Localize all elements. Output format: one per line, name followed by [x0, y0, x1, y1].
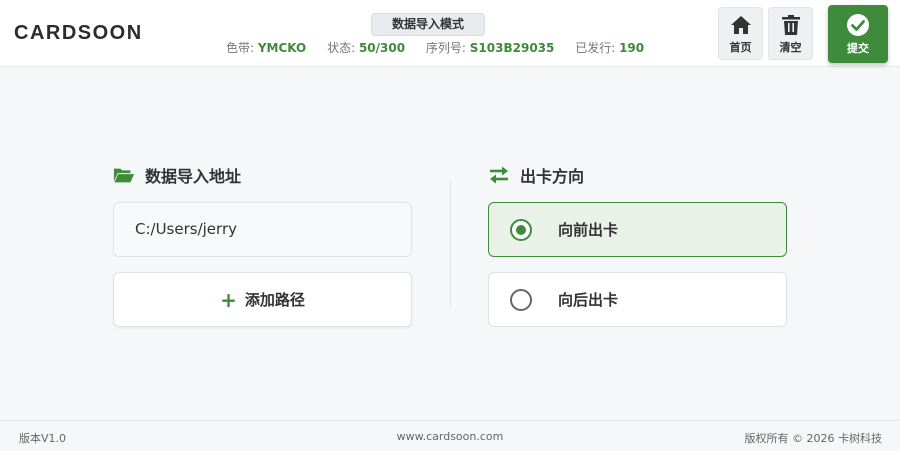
brand-logo: CARDSOON [14, 22, 143, 44]
add-path-label: 添加路径 [244, 291, 305, 309]
add-path-button[interactable]: + 添加路径 [113, 272, 412, 327]
submit-button[interactable]: 提交 [828, 5, 888, 63]
issued-count: 已发行: 190 [575, 41, 645, 55]
import-title-text: 数据导入地址 [145, 167, 242, 186]
trash-icon [781, 15, 800, 35]
clear-label: 清空 [779, 41, 802, 54]
serial-number: 序列号: S103B29035 [425, 41, 555, 55]
print-status: 状态: 50/300 [327, 41, 406, 55]
column-divider [450, 180, 451, 306]
direction-title-text: 出卡方向 [520, 167, 585, 186]
copyright-text: 版权所有 © 2026 卡树科技 [744, 432, 882, 445]
forward-label: 向前出卡 [558, 221, 619, 239]
direction-option-backward[interactable]: 向后出卡 [488, 272, 787, 327]
radio-selected-icon [510, 218, 532, 241]
footer: 版本V1.0 www.cardsoon.com 版权所有 © 2026 卡树科技 [0, 420, 900, 451]
direction-section-title: 出卡方向 [488, 163, 584, 187]
clear-button[interactable]: 清空 [768, 7, 813, 60]
check-circle-icon [847, 14, 869, 36]
home-label: 首页 [729, 41, 752, 54]
ribbon-status: 色带: YMCKO [226, 41, 307, 55]
status-bar: 色带: YMCKO 状态: 50/300 序列号: S103B29035 已发行… [226, 39, 661, 56]
import-section-title: 数据导入地址 [113, 163, 241, 187]
submit-label: 提交 [847, 42, 869, 55]
radio-unselected-icon [510, 288, 532, 311]
home-button[interactable]: 首页 [718, 7, 763, 60]
backward-label: 向后出卡 [558, 291, 619, 309]
home-icon [730, 16, 751, 34]
direction-option-forward[interactable]: 向前出卡 [488, 202, 787, 257]
swap-arrows-icon [490, 166, 508, 184]
import-path-field[interactable]: C:/Users/jerry [113, 202, 412, 257]
plus-icon: + [220, 287, 237, 312]
header: CARDSOON 数据导入模式 色带: YMCKO 状态: 50/300 序列号… [0, 0, 900, 67]
folder-open-icon [113, 168, 135, 183]
mode-badge: 数据导入模式 [371, 13, 485, 36]
